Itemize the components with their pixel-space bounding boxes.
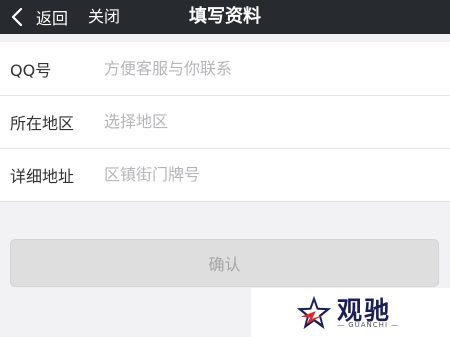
qq-row: QQ号 <box>0 42 450 95</box>
profile-form: QQ号 所在地区 详细地址 <box>0 42 450 202</box>
form-divider <box>0 201 450 202</box>
confirm-button[interactable]: 确认 <box>10 239 439 287</box>
close-button[interactable]: 关闭 <box>88 0 120 34</box>
region-label: 所在地区 <box>10 113 75 133</box>
star-logo-icon <box>296 295 332 330</box>
qq-label: QQ号 <box>10 60 52 80</box>
watermark-logo: 观驰 — GUANCHI — <box>251 288 450 337</box>
chevron-left-icon <box>6 0 28 34</box>
watermark-subtext: — GUANCHI — <box>337 321 400 329</box>
address-row: 详细地址 <box>0 148 450 201</box>
qq-input[interactable] <box>104 42 450 95</box>
top-navbar: 返回 关闭 填写资料 <box>0 0 450 34</box>
address-input[interactable] <box>104 148 450 201</box>
address-label: 详细地址 <box>10 166 75 186</box>
back-button[interactable]: 返回 <box>6 0 68 34</box>
back-label: 返回 <box>36 9 69 28</box>
region-row[interactable]: 所在地区 <box>0 95 450 148</box>
region-select[interactable] <box>104 95 450 148</box>
